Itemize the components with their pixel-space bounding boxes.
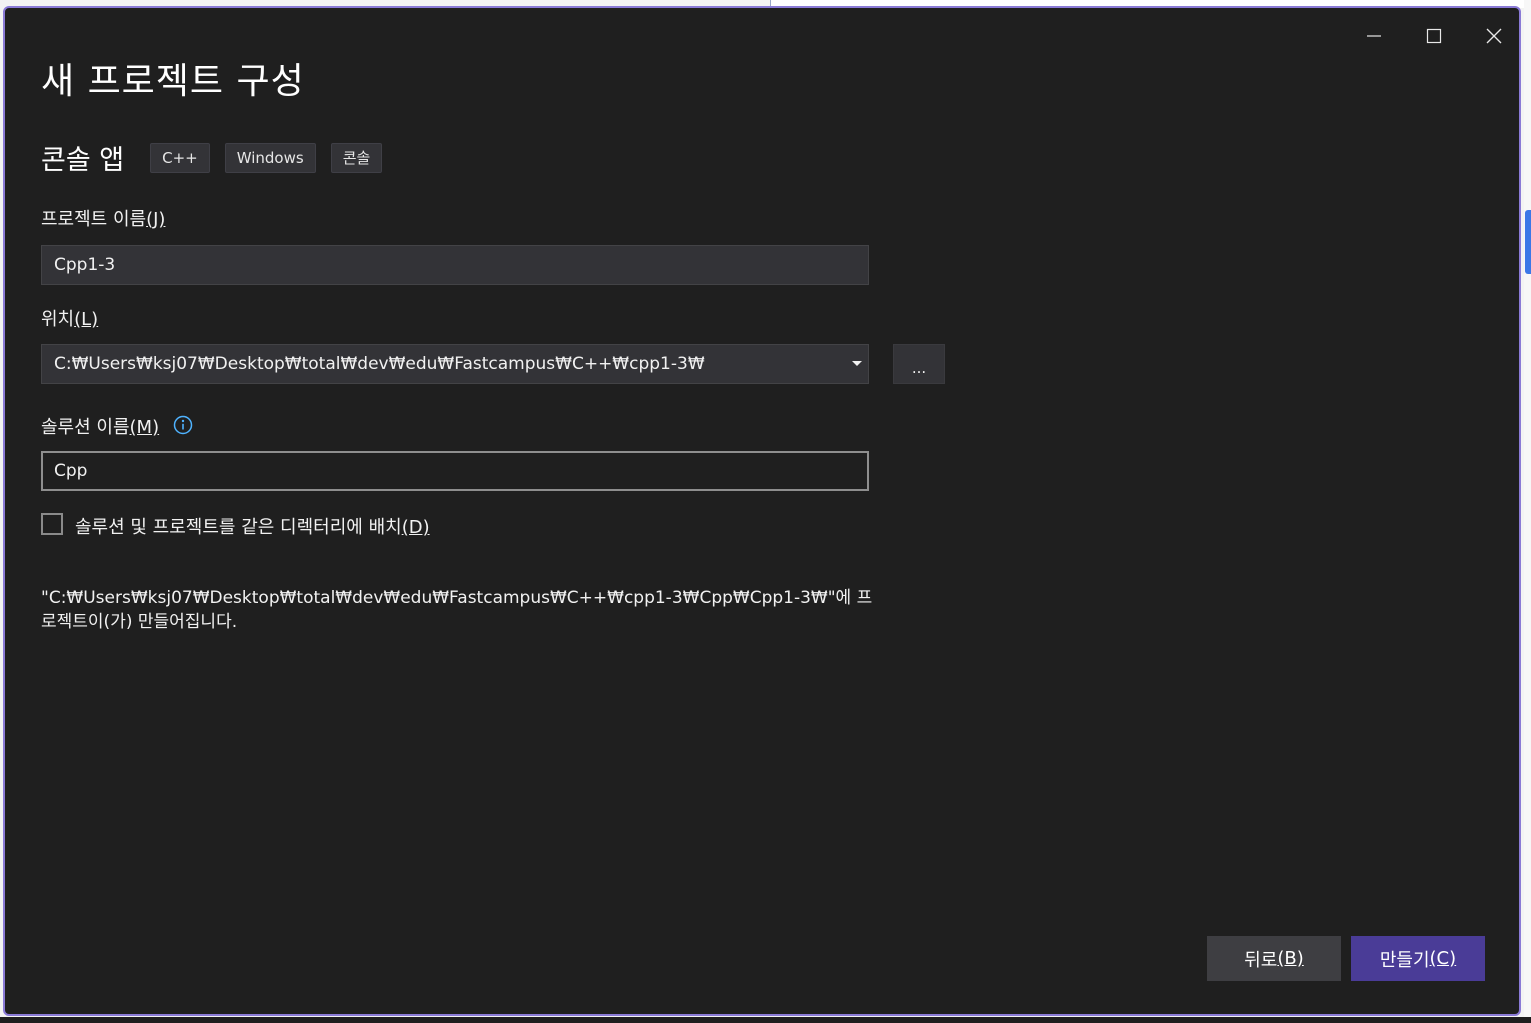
tag-platform: Windows — [224, 142, 316, 173]
maximize-icon — [1426, 28, 1442, 44]
page-title: 새 프로젝트 구성 — [41, 61, 305, 102]
project-name-value: Cpp1-3 — [54, 255, 116, 275]
project-name-access-key: (J) — [146, 209, 166, 230]
location-combobox[interactable]: C:₩Users₩ksj07₩Desktop₩total₩dev₩edu₩Fas… — [41, 344, 869, 384]
solution-name-input[interactable]: Cpp — [41, 451, 869, 491]
project-path-info: "C:₩Users₩ksj07₩Desktop₩total₩dev₩edu₩Fa… — [41, 588, 873, 632]
project-name-input[interactable]: Cpp1-3 — [41, 245, 869, 285]
create-access-key: (C) — [1429, 948, 1457, 969]
back-button[interactable]: 뒤로 (B) — [1207, 936, 1341, 981]
solution-name-value: Cpp — [54, 461, 88, 481]
solution-name-access-key: (M) — [129, 417, 160, 438]
same-directory-access-key: (D) — [401, 517, 430, 538]
close-button[interactable] — [1471, 16, 1517, 56]
browse-label: ... — [911, 359, 927, 377]
create-button[interactable]: 만들기 (C) — [1351, 936, 1485, 981]
background-scroll-tab — [1525, 210, 1531, 274]
tag-language: C++ — [150, 142, 210, 173]
same-directory-label-text: 솔루션 및 프로젝트를 같은 디렉터리에 배치 — [75, 517, 402, 538]
back-button-label: 뒤로 — [1244, 949, 1278, 971]
create-button-label: 만들기 — [1379, 949, 1430, 971]
minimize-button[interactable] — [1351, 16, 1397, 56]
same-directory-checkbox[interactable] — [41, 513, 63, 535]
solution-name-label: 솔루션 이름(M) — [41, 413, 159, 439]
configure-project-dialog: 새 프로젝트 구성 콘솔 앱 C++ Windows 콘솔 프로젝트 이름(J)… — [3, 6, 1521, 1016]
location-access-key: (L) — [74, 309, 99, 330]
maximize-button[interactable] — [1411, 16, 1457, 56]
location-label: 위치(L) — [41, 305, 98, 331]
browse-button[interactable]: ... — [893, 344, 945, 384]
taskbar-edge — [0, 1017, 1531, 1023]
same-directory-label[interactable]: 솔루션 및 프로젝트를 같은 디렉터리에 배치(D) — [75, 513, 430, 539]
chevron-down-icon[interactable] — [852, 361, 862, 366]
background-window-edge — [1524, 0, 1531, 1023]
location-label-text: 위치 — [41, 309, 75, 330]
back-access-key: (B) — [1277, 948, 1304, 969]
minimize-icon — [1367, 35, 1381, 37]
template-name: 콘솔 앱 — [41, 145, 125, 176]
location-value: C:₩Users₩ksj07₩Desktop₩total₩dev₩edu₩Fas… — [54, 354, 705, 374]
tag-project-type: 콘솔 — [330, 142, 383, 173]
project-name-label-text: 프로젝트 이름 — [41, 209, 147, 230]
solution-name-label-text: 솔루션 이름 — [41, 417, 130, 438]
project-name-label: 프로젝트 이름(J) — [41, 205, 165, 231]
close-icon — [1486, 28, 1502, 44]
template-header: 콘솔 앱 C++ Windows 콘솔 — [41, 138, 397, 177]
info-icon[interactable] — [173, 415, 193, 435]
